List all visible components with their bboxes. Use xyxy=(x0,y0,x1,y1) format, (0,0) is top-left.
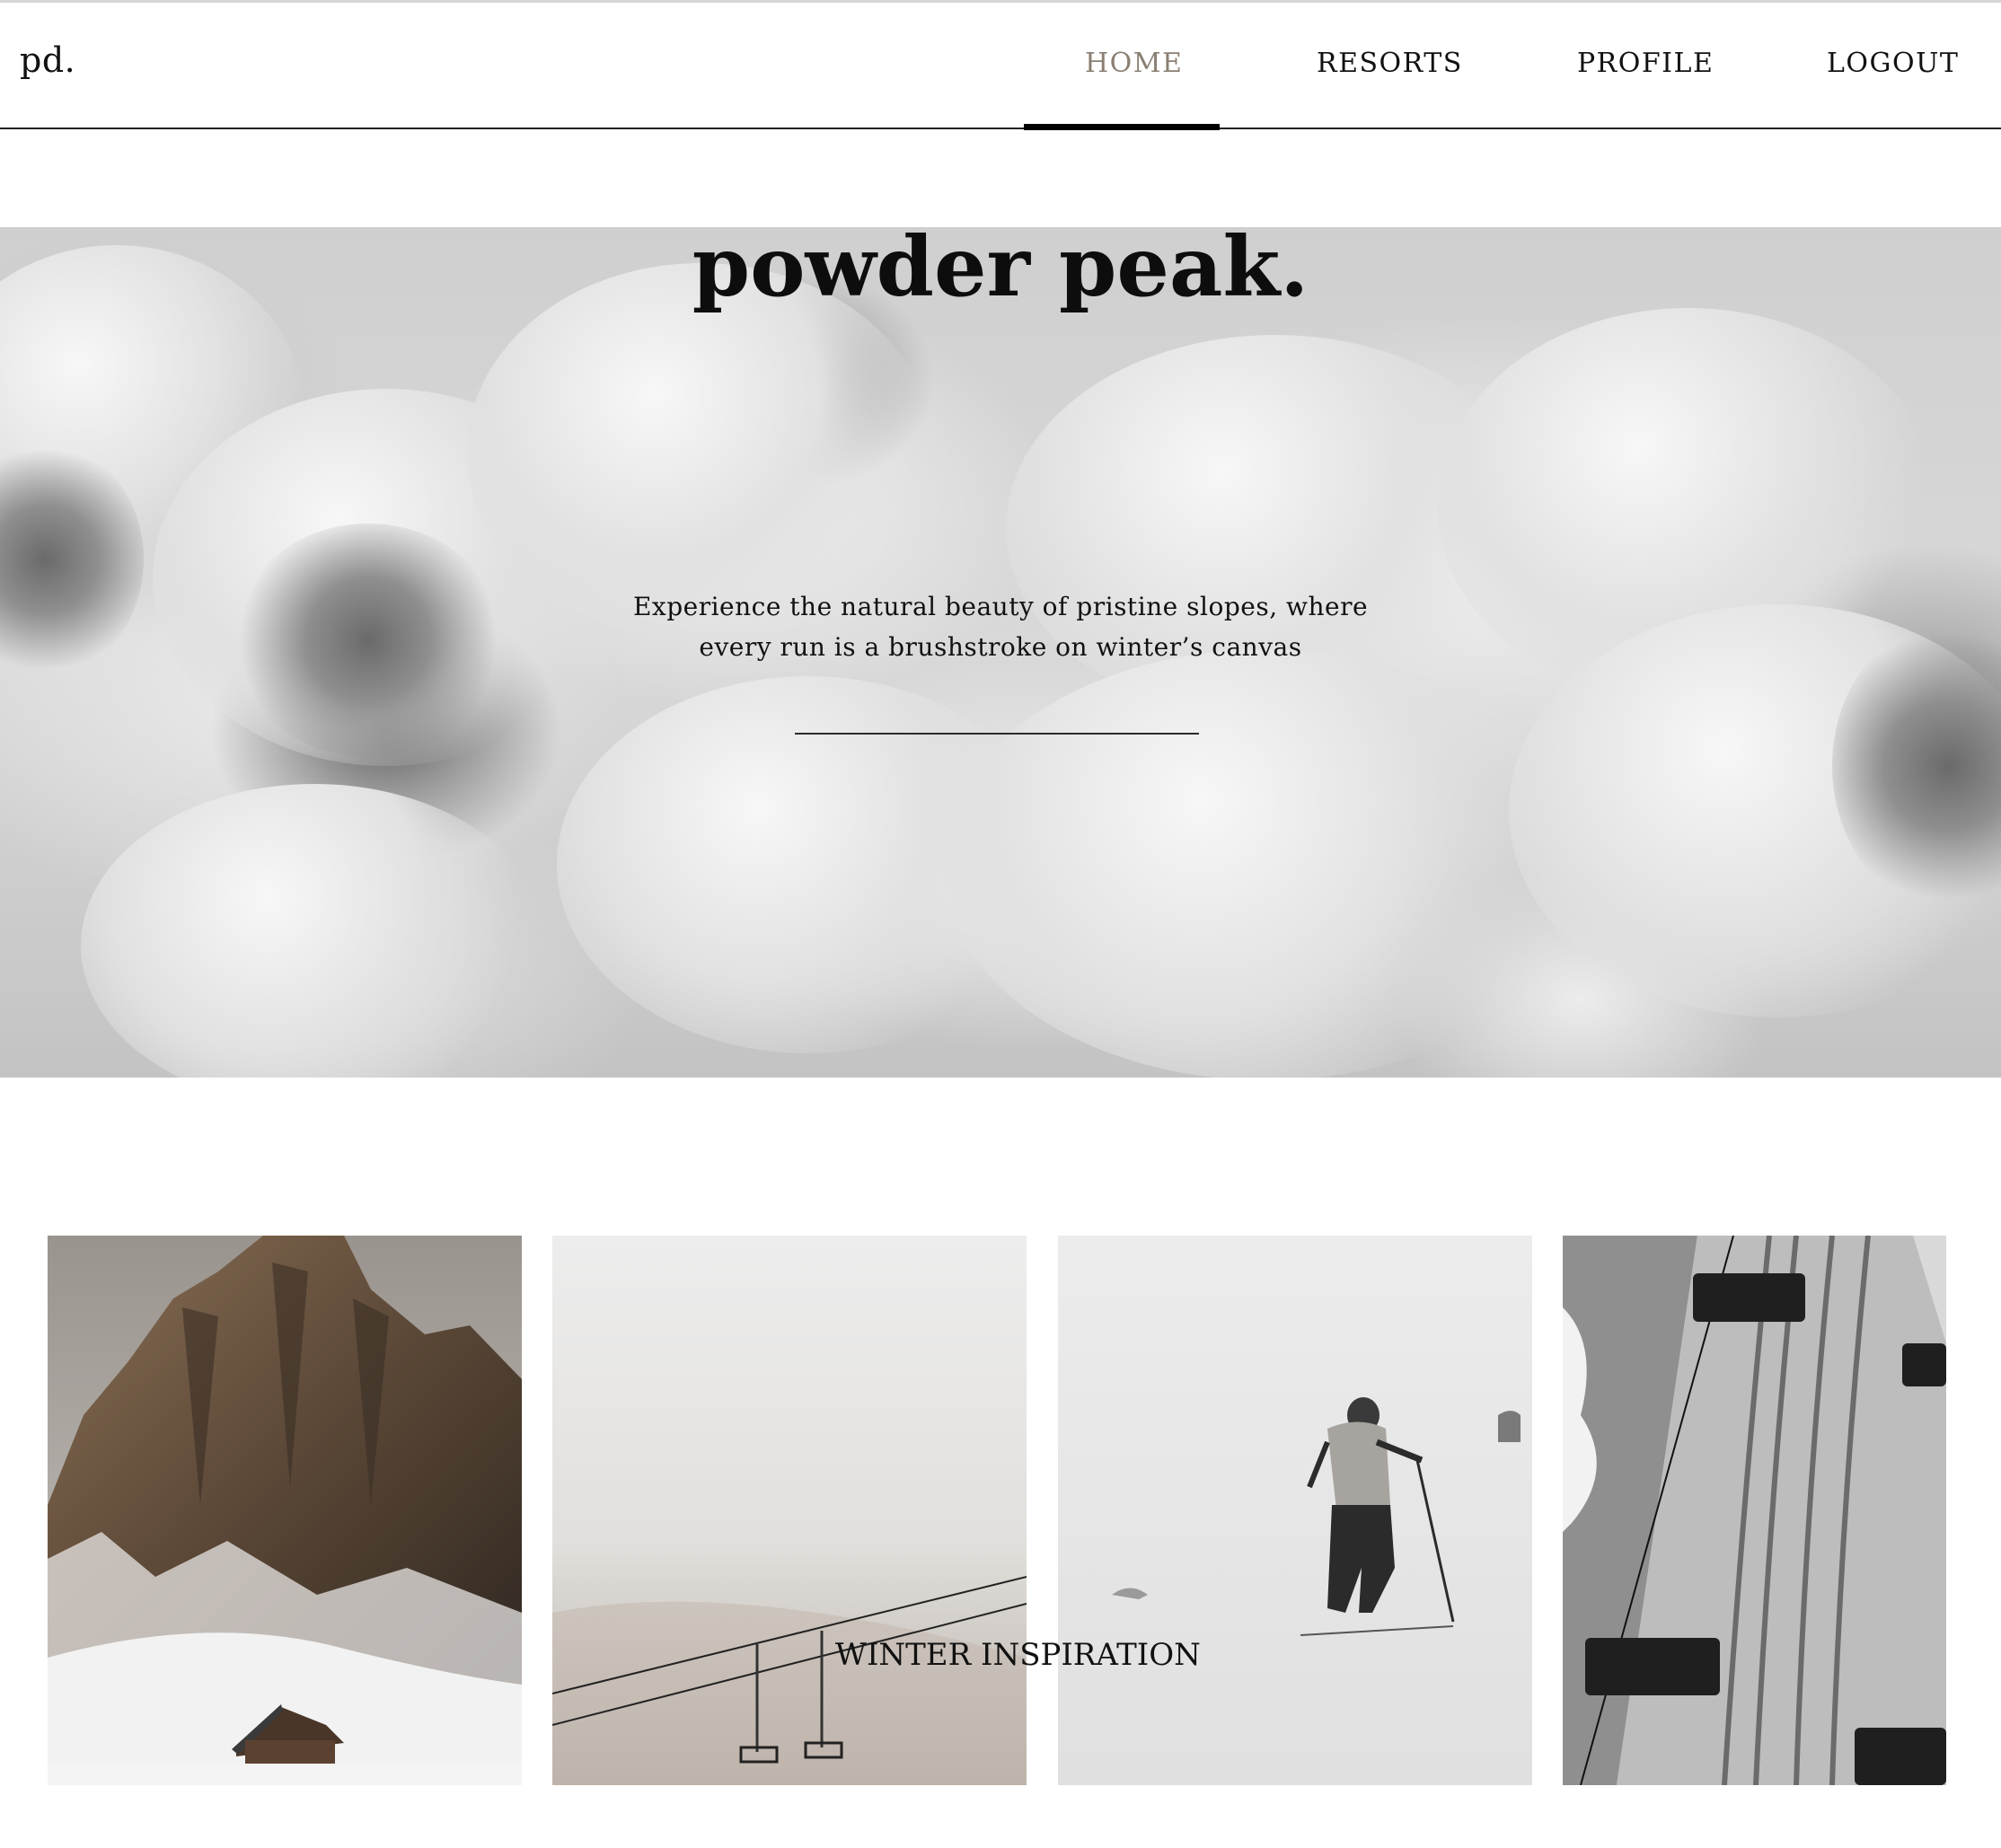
nav-resorts[interactable]: RESORTS xyxy=(1317,48,1463,79)
cloud-shape xyxy=(81,784,548,1078)
cloud-shape xyxy=(467,263,934,640)
mountain-photo xyxy=(48,1236,522,1785)
skier-photo xyxy=(1058,1236,1532,1785)
hero-subtitle: Experience the natural beauty of pristin… xyxy=(596,586,1405,667)
gallery-image-mountain[interactable] xyxy=(48,1236,522,1785)
hero-subtitle-line-1: Experience the natural beauty of pristin… xyxy=(632,592,1369,621)
logo[interactable]: pd. xyxy=(20,40,75,80)
gallery-image-aerial-chairlift[interactable] xyxy=(1563,1236,1946,1785)
gallery-image-chairlift-fog[interactable] xyxy=(552,1236,1027,1785)
cloud-shadow xyxy=(234,524,503,757)
gallery-caption: WINTER INSPIRATION xyxy=(835,1637,1201,1673)
hero-banner: powder peak. Experience the natural beau… xyxy=(0,227,2001,1078)
gallery-image-skier[interactable] xyxy=(1058,1236,1532,1785)
navbar: pd. HOME RESORTS PROFILE LOGOUT xyxy=(0,3,2001,130)
aerial-chairlift-photo xyxy=(1563,1236,1946,1785)
hero-subtitle-line-2: every run is a brushstroke on winter’s c… xyxy=(699,632,1302,662)
nav-home[interactable]: HOME xyxy=(1085,48,1183,79)
hero-title: powder peak. xyxy=(692,227,1309,315)
nav-profile[interactable]: PROFILE xyxy=(1577,48,1714,79)
nav-logout[interactable]: LOGOUT xyxy=(1827,48,1959,79)
chairlift-fog-photo xyxy=(552,1236,1027,1785)
page: pd. HOME RESORTS PROFILE LOGOUT powder p… xyxy=(0,0,2001,1848)
cloud-shape xyxy=(943,649,1590,1078)
hero-divider xyxy=(795,733,1199,735)
nav-active-indicator xyxy=(1024,124,1220,130)
